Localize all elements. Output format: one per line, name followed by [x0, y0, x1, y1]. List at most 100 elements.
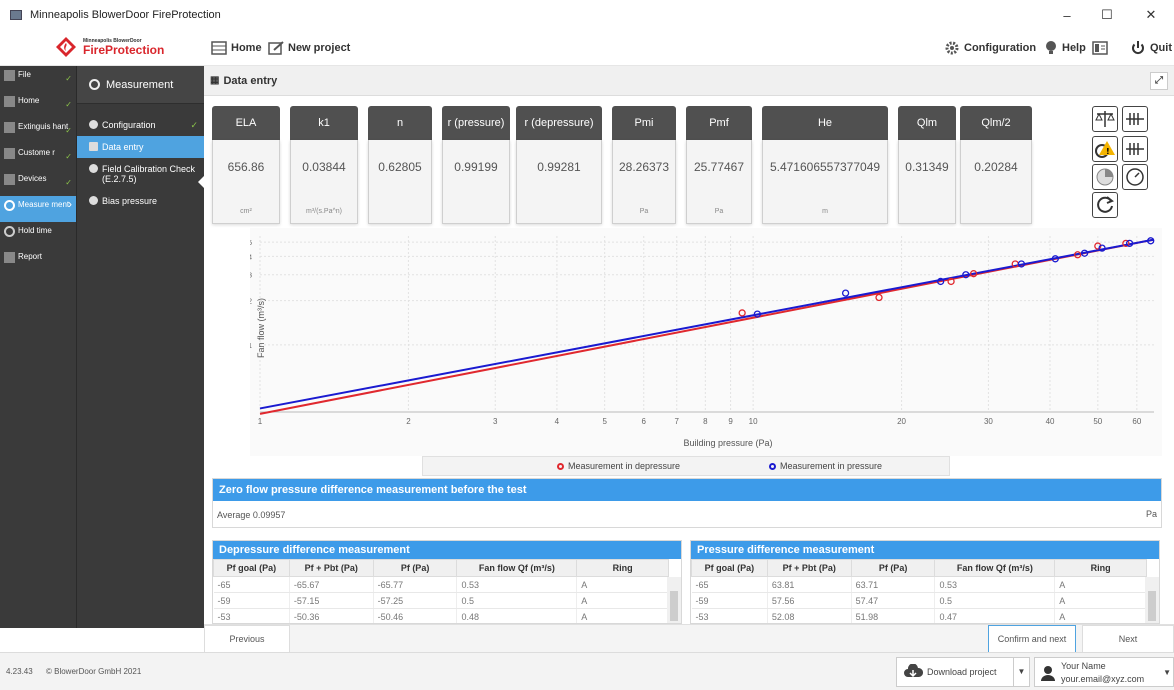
metric-name: k1	[290, 106, 358, 140]
table-cell[interactable]: A	[1054, 576, 1147, 593]
download-project-button[interactable]: Download project ▼	[896, 657, 1030, 687]
main-content: ▦ Data entry ⤢ ELA 656.86 cm² k1 0.03844 m…	[204, 66, 1174, 628]
sidebar-item-devices[interactable]: Devices ✓	[0, 170, 76, 196]
layout-button[interactable]	[1092, 37, 1112, 59]
subnav-item-configuration[interactable]: Configuration ✓	[77, 114, 204, 136]
user-menu[interactable]: Your Name your.email@xyz.com ▼	[1034, 657, 1174, 687]
table-cell[interactable]: A	[576, 576, 669, 593]
radar-icon[interactable]	[1092, 164, 1118, 190]
chevron-down-icon[interactable]: ▼	[1013, 658, 1029, 686]
y-tick-label: 0.4	[250, 254, 252, 261]
help-button[interactable]: Help	[1044, 37, 1086, 59]
table-cell[interactable]: 0.53	[934, 576, 1056, 593]
balance-icon[interactable]	[1092, 106, 1118, 132]
legend-item-pressure[interactable]: Measurement in pressure	[769, 461, 882, 471]
sidebar-item-extinguishant[interactable]: Extinguis hant ✓	[0, 118, 76, 144]
table-row[interactable]: -65 63.81 63.71 0.53 A	[691, 576, 1147, 593]
quit-button[interactable]: Quit	[1130, 37, 1172, 59]
table-cell[interactable]: -50.36	[289, 608, 374, 623]
sidebar-item-label: Home	[18, 96, 40, 105]
table-cell[interactable]: -57.25	[373, 592, 458, 609]
table-cell[interactable]: -65	[213, 576, 290, 593]
table-row[interactable]: -59 -57.15 -57.25 0.5 A	[213, 592, 669, 609]
table-cell[interactable]: A	[576, 608, 669, 623]
scrollbar-thumb[interactable]	[1148, 591, 1156, 621]
warning-settings-icon[interactable]: !	[1092, 136, 1118, 162]
table-cell[interactable]: -65	[691, 576, 768, 593]
logo-icon	[56, 37, 76, 57]
gauge-icon	[4, 200, 15, 211]
logo-big-text: FireProtection	[83, 42, 165, 57]
table-cell[interactable]: 57.47	[851, 592, 936, 609]
sidebar-item-hold-time[interactable]: Hold time	[0, 222, 76, 248]
table-scrollbar[interactable]	[667, 577, 681, 623]
table-cell[interactable]: -65.77	[373, 576, 458, 593]
table-row[interactable]: -65 -65.67 -65.77 0.53 A	[213, 576, 669, 593]
new-project-button[interactable]: New project	[268, 37, 350, 59]
table-cell[interactable]: 0.48	[456, 608, 578, 623]
table-cell[interactable]: -57.15	[289, 592, 374, 609]
table-cell[interactable]: A	[1054, 592, 1147, 609]
check-icon: ✓	[65, 126, 72, 135]
home-button[interactable]: Home	[211, 37, 262, 59]
flow-grid-icon[interactable]	[1122, 136, 1148, 162]
sidebar-item-label: Custome r	[18, 148, 55, 157]
next-button[interactable]: Next	[1082, 625, 1174, 653]
table-cell[interactable]: -65.67	[289, 576, 374, 593]
file-icon	[4, 70, 15, 81]
quit-label: Quit	[1150, 42, 1172, 54]
table-cell[interactable]: 0.47	[934, 608, 1056, 623]
table-cell[interactable]: A	[1054, 608, 1147, 623]
table-cell[interactable]: -59	[691, 592, 768, 609]
legend-item-depressure[interactable]: Measurement in depressure	[557, 461, 680, 471]
maximize-button[interactable]: ☐	[1090, 0, 1124, 30]
sidebar-item-report[interactable]: Report	[0, 248, 76, 274]
table-cell[interactable]: 0.53	[456, 576, 578, 593]
table-cell[interactable]: -53	[213, 608, 290, 623]
depressure-table: Depressure difference measurement Pf goa…	[212, 540, 682, 624]
table-cell[interactable]: -59	[213, 592, 290, 609]
sidebar-item-customer[interactable]: Custome r ✓	[0, 144, 76, 170]
flow-grid-icon[interactable]	[1122, 106, 1148, 132]
metric-card: Pmf 25.77467 Pa	[686, 106, 752, 224]
minimize-button[interactable]: –	[1050, 0, 1084, 30]
sidebar-item-home[interactable]: Home ✓	[0, 92, 76, 118]
chevron-down-icon[interactable]: ▼	[1163, 668, 1171, 677]
table-cell[interactable]: 0.5	[934, 592, 1056, 609]
sidebar-item-measurement[interactable]: Measure ment ›	[0, 196, 76, 222]
table-cell[interactable]: 52.08	[767, 608, 852, 623]
confirm-next-button[interactable]: Confirm and next	[988, 625, 1076, 653]
x-tick-label: 7	[675, 417, 680, 426]
refresh-icon[interactable]	[1092, 192, 1118, 218]
table-cell[interactable]: A	[576, 592, 669, 609]
subnav-item-field-calibration[interactable]: Field Calibration Check (E.2.7.5)	[77, 158, 204, 190]
previous-button[interactable]: Previous	[204, 625, 290, 653]
table-row[interactable]: -59 57.56 57.47 0.5 A	[691, 592, 1147, 609]
chevron-right-icon: ›	[68, 197, 72, 211]
table-cell[interactable]: -50.46	[373, 608, 458, 623]
table-cell[interactable]: 63.71	[851, 576, 936, 593]
home-icon	[4, 96, 15, 107]
subnav-title: Measurement	[77, 66, 204, 104]
configuration-button[interactable]: Configuration	[944, 37, 1036, 59]
table-scrollbar[interactable]	[1145, 577, 1159, 623]
sidebar-item-label: Devices	[18, 174, 47, 183]
subnav-item-label: Field Calibration Check (E.2.7.5)	[102, 164, 196, 184]
expand-button[interactable]: ⤢	[1150, 72, 1168, 90]
gauge-icon[interactable]	[1122, 164, 1148, 190]
table-row[interactable]: -53 -50.36 -50.46 0.48 A	[213, 608, 669, 623]
table-row[interactable]: -53 52.08 51.98 0.47 A	[691, 608, 1147, 623]
zero-flow-panel: Zero flow pressure difference measuremen…	[212, 478, 1162, 528]
table-cell[interactable]: -53	[691, 608, 768, 623]
close-button[interactable]: ✕	[1134, 0, 1168, 30]
subnav-item-data-entry[interactable]: Data entry	[77, 136, 204, 158]
subnav-item-bias-pressure[interactable]: Bias pressure	[77, 190, 204, 212]
table-cell[interactable]: 63.81	[767, 576, 852, 593]
timer-icon	[4, 226, 15, 237]
table-cell[interactable]: 51.98	[851, 608, 936, 623]
table-cell[interactable]: 57.56	[767, 592, 852, 609]
table-cell[interactable]: 0.5	[456, 592, 578, 609]
scrollbar-thumb[interactable]	[670, 591, 678, 621]
sidebar-item-file[interactable]: File ✓	[0, 66, 76, 92]
subnav-item-label: Bias pressure	[102, 196, 158, 206]
